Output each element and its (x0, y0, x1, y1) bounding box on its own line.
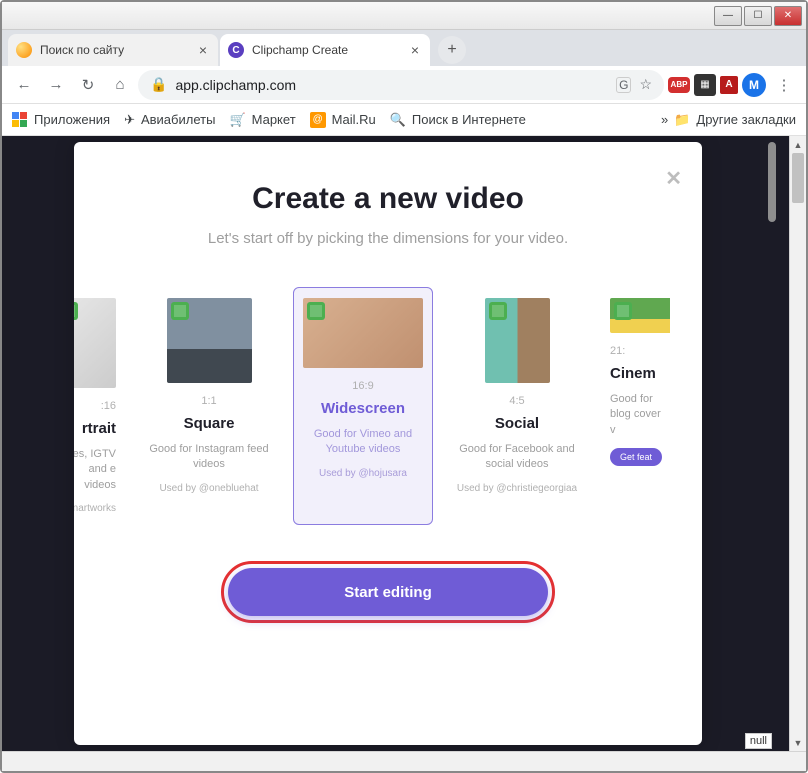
bookmark-market[interactable]: 🛒 Маркет (229, 112, 295, 128)
card-thumbnail (167, 298, 252, 383)
template-badge-icon (489, 302, 507, 320)
tab-favicon-icon (16, 42, 32, 58)
window-minimize-button[interactable]: — (714, 6, 742, 26)
forward-button[interactable]: → (42, 71, 70, 99)
bookmark-label: Маркет (252, 112, 296, 127)
card-credit: Used by @hojusara (319, 468, 407, 479)
card-description: Good for Facebook and social videos (456, 442, 578, 473)
card-thumbnail (303, 298, 423, 368)
scroll-up-arrow-icon[interactable]: ▲ (790, 136, 806, 153)
bookmarks-overflow-button[interactable]: » (661, 112, 668, 127)
mail-icon: @ (310, 112, 326, 128)
aspect-ratio-label: :16 (101, 400, 116, 412)
other-bookmarks-button[interactable]: Другие закладки (696, 112, 796, 127)
lock-icon: 🔒 (150, 76, 167, 93)
bookmark-label: Поиск в Интернете (412, 112, 526, 127)
url-text: app.clipchamp.com (175, 77, 608, 93)
card-title: Widescreen (321, 400, 405, 417)
tab-favicon-icon: C (228, 42, 244, 58)
aspect-ratio-label: 1:1 (201, 395, 216, 407)
tab-search-site[interactable]: Поиск по сайту × (8, 34, 218, 66)
format-cards-row: :16 rtrait ories, IGTV and e videos atri… (74, 287, 702, 525)
card-credit: Used by @onebluehat (159, 483, 258, 494)
window-titlebar: — ☐ ✕ (2, 2, 806, 30)
card-title: rtrait (82, 420, 116, 437)
tab-close-icon[interactable]: × (196, 43, 210, 57)
template-badge-icon (307, 302, 325, 320)
get-featured-button[interactable]: Get feat (610, 448, 662, 466)
start-editing-button[interactable]: Start editing (228, 568, 548, 616)
reload-button[interactable]: ↻ (74, 71, 102, 99)
bookmarks-bar: Приложения ✈ Авиабилеты 🛒 Маркет @ Mail.… (2, 104, 806, 136)
card-description: ories, IGTV and e videos (74, 447, 116, 493)
plane-icon: ✈ (124, 112, 135, 128)
page-scrollbar[interactable]: ▲ ▼ (789, 136, 806, 751)
apps-icon (12, 112, 28, 128)
folder-icon: 📁 (674, 112, 690, 128)
adblock-extension-icon[interactable]: ABP (668, 77, 690, 93)
window-maximize-button[interactable]: ☐ (744, 6, 772, 26)
adobe-extension-icon[interactable]: A (720, 76, 738, 94)
new-tab-button[interactable]: + (438, 36, 466, 64)
format-card-social[interactable]: 4:5 Social Good for Facebook and social … (447, 287, 587, 525)
bookmark-search[interactable]: 🔍 Поиск в Интернете (390, 112, 526, 128)
window-close-button[interactable]: ✕ (774, 6, 802, 26)
back-button[interactable]: ← (10, 71, 38, 99)
browser-tabs: Поиск по сайту × C Clipchamp Create × + (2, 30, 806, 66)
card-description: Good for Instagram feed videos (148, 442, 270, 473)
translate-icon[interactable]: G (616, 77, 631, 93)
bookmark-label: Приложения (34, 112, 110, 127)
modal-subtitle: Let's start off by picking the dimension… (208, 230, 568, 247)
card-credit: Used by @christiegeorgiaa (457, 483, 577, 494)
modal-close-button[interactable]: ✕ (665, 166, 682, 191)
card-thumbnail (610, 298, 671, 333)
template-badge-icon (74, 302, 78, 320)
aspect-ratio-label: 21: (610, 345, 625, 357)
cart-icon: 🛒 (229, 112, 245, 128)
format-card-cinema[interactable]: 21: Cinem Good for blog cover v Get feat (601, 287, 671, 525)
aspect-ratio-label: 16:9 (352, 380, 373, 392)
inner-scrollbar[interactable] (766, 142, 778, 765)
card-title: Social (495, 415, 539, 432)
tab-close-icon[interactable]: × (408, 43, 422, 57)
card-thumbnail (485, 298, 550, 383)
create-video-modal: ✕ Create a new video Let's start off by … (74, 142, 702, 745)
card-title: Cinem (610, 365, 656, 382)
tab-clipchamp[interactable]: C Clipchamp Create × (220, 34, 430, 66)
home-button[interactable]: ⌂ (106, 71, 134, 99)
search-icon: 🔍 (390, 112, 406, 128)
card-thumbnail (74, 298, 116, 388)
extension-icon[interactable]: ▦ (694, 74, 716, 96)
bookmark-label: Авиабилеты (141, 112, 215, 127)
cta-highlight: Start editing (221, 561, 555, 623)
menu-button[interactable]: ⋮ (770, 71, 798, 99)
aspect-ratio-label: 4:5 (509, 395, 524, 407)
bookmark-mail[interactable]: @ Mail.Ru (310, 112, 376, 128)
card-description: Good for blog cover v (610, 392, 662, 438)
bookmark-label: Mail.Ru (332, 112, 376, 127)
card-credit: atrinartworks (74, 503, 116, 514)
template-badge-icon (171, 302, 189, 320)
scroll-down-arrow-icon[interactable]: ▼ (790, 734, 806, 751)
scrollbar-thumb[interactable] (768, 142, 776, 222)
browser-toolbar: ← → ↻ ⌂ 🔒 app.clipchamp.com G ☆ ABP ▦ A … (2, 66, 806, 104)
profile-avatar[interactable]: М (742, 73, 766, 97)
page-content: ✕ Create a new video Let's start off by … (2, 136, 806, 771)
tab-title: Поиск по сайту (40, 43, 188, 57)
scrollbar-thumb[interactable] (792, 153, 804, 203)
format-card-widescreen[interactable]: 16:9 Widescreen Good for Vimeo and Youtu… (293, 287, 433, 525)
address-bar[interactable]: 🔒 app.clipchamp.com G ☆ (138, 70, 664, 100)
template-badge-icon (614, 302, 632, 320)
browser-statusbar (2, 751, 806, 771)
format-card-square[interactable]: 1:1 Square Good for Instagram feed video… (139, 287, 279, 525)
star-icon[interactable]: ☆ (639, 76, 652, 93)
tab-title: Clipchamp Create (252, 43, 400, 57)
card-title: Square (184, 415, 235, 432)
bookmark-avia[interactable]: ✈ Авиабилеты (124, 112, 215, 128)
status-tooltip: null (745, 733, 772, 749)
format-card-portrait[interactable]: :16 rtrait ories, IGTV and e videos atri… (74, 287, 125, 525)
card-description: Good for Vimeo and Youtube videos (302, 427, 424, 458)
apps-shortcut[interactable]: Приложения (12, 112, 110, 128)
modal-title: Create a new video (252, 182, 524, 216)
